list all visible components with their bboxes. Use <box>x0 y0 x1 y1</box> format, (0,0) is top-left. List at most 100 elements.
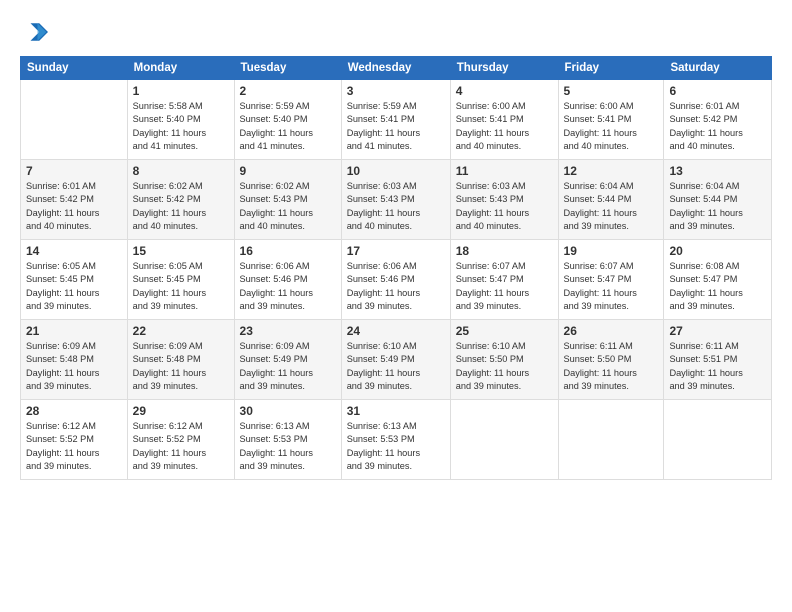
day-info: Sunrise: 6:10 AM Sunset: 5:49 PM Dayligh… <box>347 340 445 393</box>
calendar-cell: 6 Sunrise: 6:01 AM Sunset: 5:42 PM Daylig… <box>664 80 772 160</box>
calendar-cell <box>450 400 558 480</box>
day-number: 12 <box>564 164 659 178</box>
calendar-cell: 30Sunrise: 6:13 AM Sunset: 5:53 PM Dayli… <box>234 400 341 480</box>
calendar-cell: 22 Sunrise: 6:09 AM Sunset: 5:48 PM Dayli… <box>127 320 234 400</box>
calendar-cell: 3 Sunrise: 5:59 AM Sunset: 5:41 PM Daylig… <box>341 80 450 160</box>
day-info: Sunrise: 5:59 AM Sunset: 5:41 PM Dayligh… <box>347 100 445 153</box>
day-info: Sunrise: 6:02 AM Sunset: 5:43 PM Dayligh… <box>240 180 336 233</box>
calendar-header-row: SundayMondayTuesdayWednesdayThursdayFrid… <box>21 57 772 80</box>
weekday-header: Thursday <box>450 57 558 80</box>
day-number: 23 <box>240 324 336 338</box>
day-info: Sunrise: 6:05 AM Sunset: 5:45 PM Dayligh… <box>26 260 122 313</box>
day-number: 4 <box>456 84 553 98</box>
calendar-cell <box>664 400 772 480</box>
calendar-cell <box>21 80 128 160</box>
day-number: 28 <box>26 404 122 418</box>
day-info: Sunrise: 6:03 AM Sunset: 5:43 PM Dayligh… <box>456 180 553 233</box>
calendar-cell: 10 Sunrise: 6:03 AM Sunset: 5:43 PM Dayli… <box>341 160 450 240</box>
weekday-header: Tuesday <box>234 57 341 80</box>
day-number: 3 <box>347 84 445 98</box>
calendar-cell: 14 Sunrise: 6:05 AM Sunset: 5:45 PM Dayli… <box>21 240 128 320</box>
day-number: 13 <box>669 164 766 178</box>
calendar-table: SundayMondayTuesdayWednesdayThursdayFrid… <box>20 56 772 480</box>
day-info: Sunrise: 5:58 AM Sunset: 5:40 PM Dayligh… <box>133 100 229 153</box>
weekday-header: Friday <box>558 57 664 80</box>
day-number: 25 <box>456 324 553 338</box>
day-number: 14 <box>26 244 122 258</box>
day-info: Sunrise: 6:02 AM Sunset: 5:42 PM Dayligh… <box>133 180 229 233</box>
calendar-cell: 28 Sunrise: 6:12 AM Sunset: 5:52 PM Dayli… <box>21 400 128 480</box>
calendar-cell: 11 Sunrise: 6:03 AM Sunset: 5:43 PM Dayli… <box>450 160 558 240</box>
day-info: Sunrise: 6:08 AM Sunset: 5:47 PM Dayligh… <box>669 260 766 313</box>
day-info: Sunrise: 5:59 AM Sunset: 5:40 PM Dayligh… <box>240 100 336 153</box>
calendar-cell: 29 Sunrise: 6:12 AM Sunset: 5:52 PM Dayli… <box>127 400 234 480</box>
day-info: Sunrise: 6:04 AM Sunset: 5:44 PM Dayligh… <box>669 180 766 233</box>
calendar-week-row: 1 Sunrise: 5:58 AM Sunset: 5:40 PM Daylig… <box>21 80 772 160</box>
calendar-cell: 9Sunrise: 6:02 AM Sunset: 5:43 PM Daylig… <box>234 160 341 240</box>
calendar-cell: 16 Sunrise: 6:06 AM Sunset: 5:46 PM Dayli… <box>234 240 341 320</box>
calendar-cell: 5 Sunrise: 6:00 AM Sunset: 5:41 PM Daylig… <box>558 80 664 160</box>
day-number: 8 <box>133 164 229 178</box>
day-info: Sunrise: 6:12 AM Sunset: 5:52 PM Dayligh… <box>26 420 122 473</box>
header <box>20 18 772 46</box>
logo <box>20 18 52 46</box>
day-number: 1 <box>133 84 229 98</box>
day-info: Sunrise: 6:11 AM Sunset: 5:51 PM Dayligh… <box>669 340 766 393</box>
weekday-header: Saturday <box>664 57 772 80</box>
day-info: Sunrise: 6:00 AM Sunset: 5:41 PM Dayligh… <box>456 100 553 153</box>
day-info: Sunrise: 6:07 AM Sunset: 5:47 PM Dayligh… <box>564 260 659 313</box>
day-info: Sunrise: 6:09 AM Sunset: 5:48 PM Dayligh… <box>133 340 229 393</box>
calendar-cell: 13 Sunrise: 6:04 AM Sunset: 5:44 PM Dayli… <box>664 160 772 240</box>
day-number: 19 <box>564 244 659 258</box>
calendar-cell: 26Sunrise: 6:11 AM Sunset: 5:50 PM Dayli… <box>558 320 664 400</box>
calendar-cell: 12Sunrise: 6:04 AM Sunset: 5:44 PM Dayli… <box>558 160 664 240</box>
day-info: Sunrise: 6:03 AM Sunset: 5:43 PM Dayligh… <box>347 180 445 233</box>
calendar-cell: 31Sunrise: 6:13 AM Sunset: 5:53 PM Dayli… <box>341 400 450 480</box>
day-number: 6 <box>669 84 766 98</box>
calendar-cell: 25 Sunrise: 6:10 AM Sunset: 5:50 PM Dayli… <box>450 320 558 400</box>
weekday-header: Sunday <box>21 57 128 80</box>
logo-icon <box>20 18 48 46</box>
calendar-cell: 7 Sunrise: 6:01 AM Sunset: 5:42 PM Daylig… <box>21 160 128 240</box>
day-number: 22 <box>133 324 229 338</box>
day-number: 24 <box>347 324 445 338</box>
calendar-cell <box>558 400 664 480</box>
page: SundayMondayTuesdayWednesdayThursdayFrid… <box>0 0 792 612</box>
day-info: Sunrise: 6:13 AM Sunset: 5:53 PM Dayligh… <box>347 420 445 473</box>
calendar-cell: 20Sunrise: 6:08 AM Sunset: 5:47 PM Dayli… <box>664 240 772 320</box>
day-info: Sunrise: 6:06 AM Sunset: 5:46 PM Dayligh… <box>347 260 445 313</box>
weekday-header: Monday <box>127 57 234 80</box>
day-number: 15 <box>133 244 229 258</box>
day-info: Sunrise: 6:00 AM Sunset: 5:41 PM Dayligh… <box>564 100 659 153</box>
day-info: Sunrise: 6:05 AM Sunset: 5:45 PM Dayligh… <box>133 260 229 313</box>
calendar-cell: 8 Sunrise: 6:02 AM Sunset: 5:42 PM Daylig… <box>127 160 234 240</box>
day-info: Sunrise: 6:10 AM Sunset: 5:50 PM Dayligh… <box>456 340 553 393</box>
day-number: 18 <box>456 244 553 258</box>
day-info: Sunrise: 6:01 AM Sunset: 5:42 PM Dayligh… <box>669 100 766 153</box>
weekday-header: Wednesday <box>341 57 450 80</box>
calendar-cell: 24 Sunrise: 6:10 AM Sunset: 5:49 PM Dayli… <box>341 320 450 400</box>
calendar-week-row: 21 Sunrise: 6:09 AM Sunset: 5:48 PM Dayli… <box>21 320 772 400</box>
day-number: 16 <box>240 244 336 258</box>
day-number: 11 <box>456 164 553 178</box>
day-number: 26 <box>564 324 659 338</box>
day-number: 17 <box>347 244 445 258</box>
calendar-cell: 18 Sunrise: 6:07 AM Sunset: 5:47 PM Dayli… <box>450 240 558 320</box>
calendar-cell: 1 Sunrise: 5:58 AM Sunset: 5:40 PM Daylig… <box>127 80 234 160</box>
day-info: Sunrise: 6:06 AM Sunset: 5:46 PM Dayligh… <box>240 260 336 313</box>
day-number: 7 <box>26 164 122 178</box>
day-info: Sunrise: 6:13 AM Sunset: 5:53 PM Dayligh… <box>240 420 336 473</box>
day-info: Sunrise: 6:12 AM Sunset: 5:52 PM Dayligh… <box>133 420 229 473</box>
day-number: 2 <box>240 84 336 98</box>
calendar-cell: 2 Sunrise: 5:59 AM Sunset: 5:40 PM Daylig… <box>234 80 341 160</box>
day-number: 21 <box>26 324 122 338</box>
calendar-week-row: 14 Sunrise: 6:05 AM Sunset: 5:45 PM Dayli… <box>21 240 772 320</box>
day-info: Sunrise: 6:01 AM Sunset: 5:42 PM Dayligh… <box>26 180 122 233</box>
day-number: 10 <box>347 164 445 178</box>
day-number: 29 <box>133 404 229 418</box>
day-number: 5 <box>564 84 659 98</box>
calendar-cell: 4 Sunrise: 6:00 AM Sunset: 5:41 PM Daylig… <box>450 80 558 160</box>
calendar-cell: 15 Sunrise: 6:05 AM Sunset: 5:45 PM Dayli… <box>127 240 234 320</box>
day-number: 27 <box>669 324 766 338</box>
day-info: Sunrise: 6:07 AM Sunset: 5:47 PM Dayligh… <box>456 260 553 313</box>
